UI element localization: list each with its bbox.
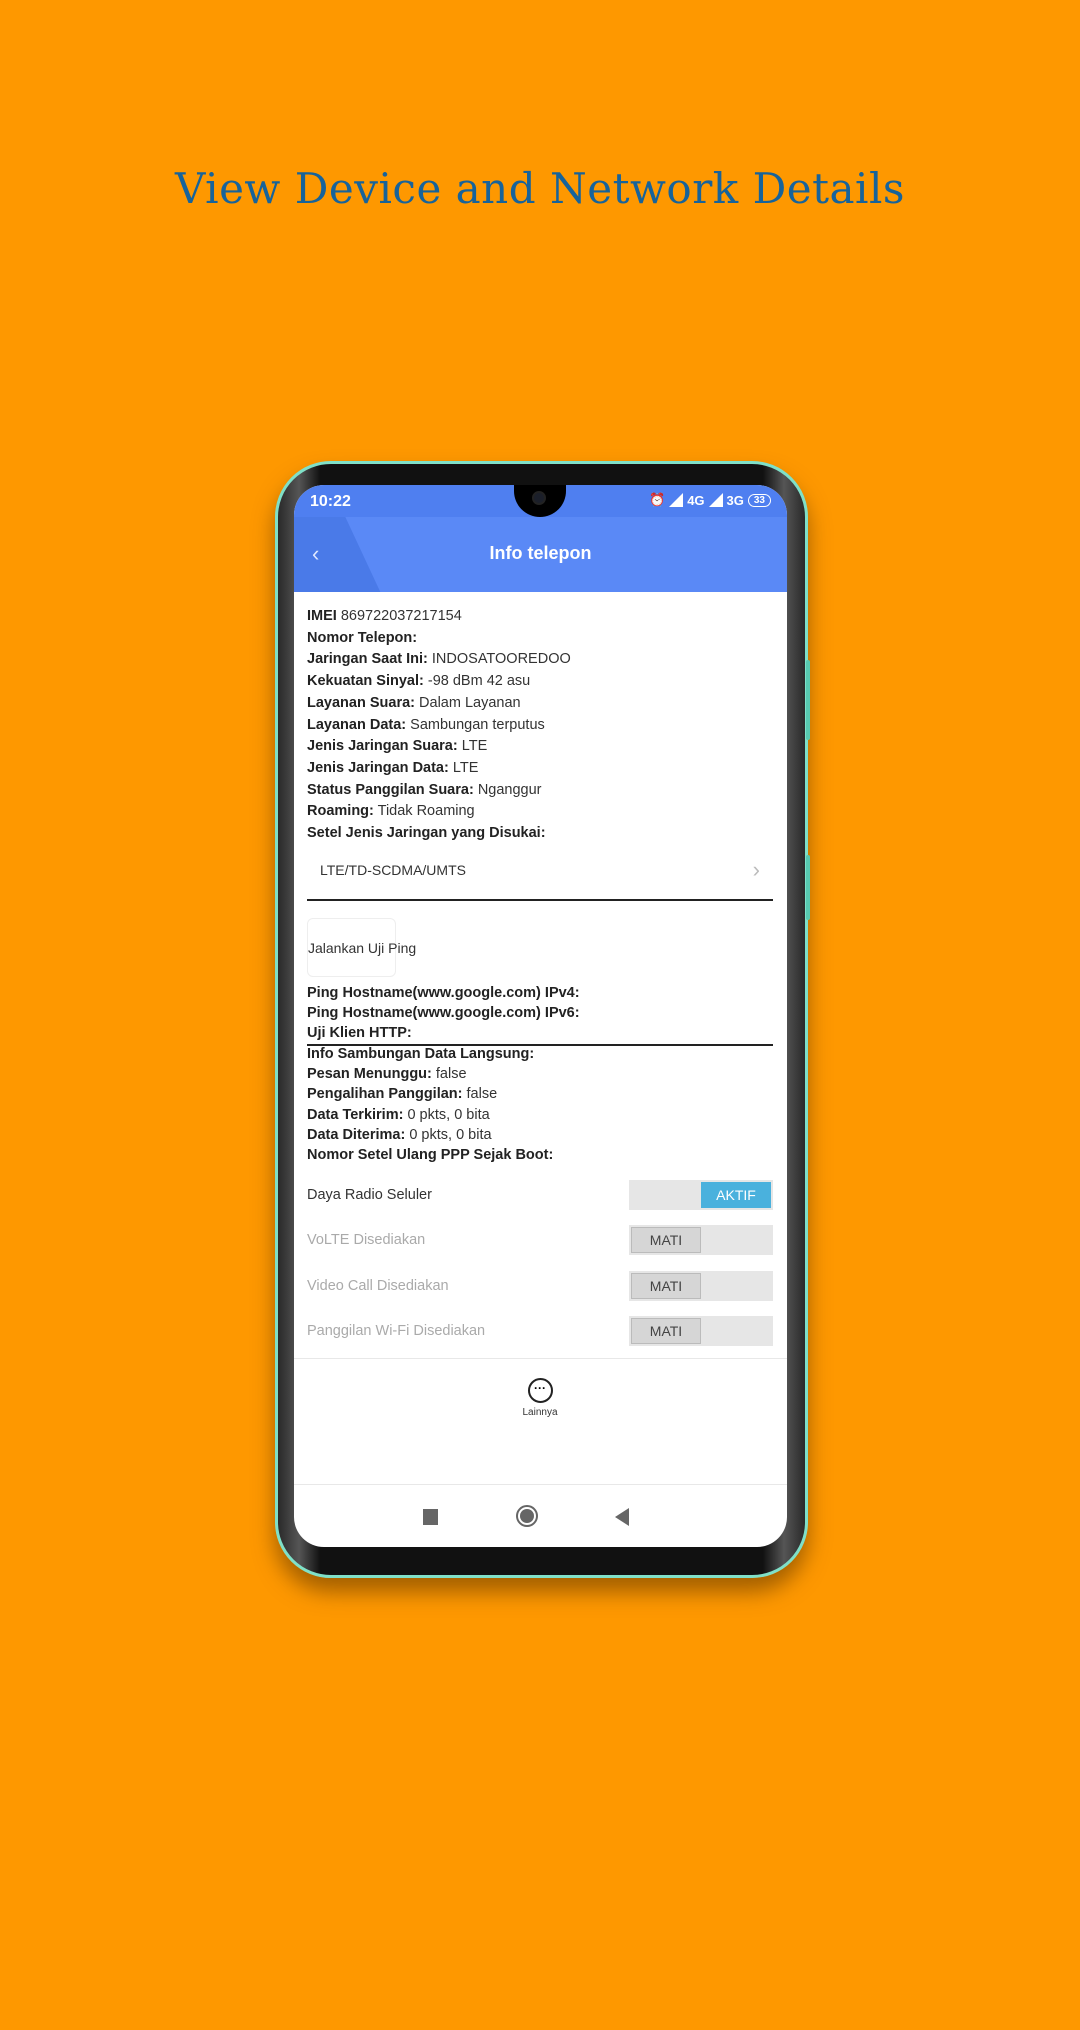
toggle-label: Panggilan Wi-Fi Disediakan xyxy=(307,1323,486,1339)
toggle-state: AKTIF xyxy=(701,1182,771,1208)
info-value: INDOSATOOREDOO xyxy=(431,651,571,668)
toggle-state: MATI xyxy=(631,1318,701,1344)
info-label: Nomor Setel Ulang PPP Sejak Boot: xyxy=(307,1147,554,1163)
info-row: Layanan Data: Sambungan terputus xyxy=(307,717,545,733)
info-label: Setel Jenis Jaringan yang Disukai: xyxy=(307,825,546,841)
chevron-right-icon: › xyxy=(752,857,760,882)
info-value: false xyxy=(435,1066,467,1083)
info-row: Pengalihan Panggilan: false xyxy=(307,1086,497,1102)
phone-screen: 10:22 ⏰ 4G 3G 33 ‹ Info telepon IMEI 869… xyxy=(294,485,787,1547)
toggle-label: Daya Radio Seluler xyxy=(307,1187,432,1203)
signal-icon xyxy=(669,493,684,507)
info-row: Uji Klien HTTP: xyxy=(307,1025,412,1041)
toggle-row: VoLTE Disediakan MATI xyxy=(307,1225,773,1255)
info-label: Pengalihan Panggilan: xyxy=(307,1086,463,1103)
camera-icon xyxy=(532,491,546,505)
battery-icon: 33 xyxy=(747,493,771,507)
nav-home-button[interactable] xyxy=(516,1505,538,1527)
info-row: Roaming: Tidak Roaming xyxy=(307,803,475,819)
toggle-row: Panggilan Wi-Fi Disediakan MATI xyxy=(307,1316,773,1346)
info-label: Uji Klien HTTP: xyxy=(307,1025,412,1041)
info-label: Ping Hostname(www.google.com) IPv6: xyxy=(307,1005,580,1021)
network-type-2: 3G xyxy=(726,492,744,508)
divider xyxy=(294,1484,787,1485)
toggle-switch[interactable]: MATI xyxy=(629,1225,773,1255)
info-value: 869722037217154 xyxy=(340,608,462,624)
info-row: Nomor Telepon: xyxy=(307,630,417,646)
info-label: Jenis Jaringan Data: xyxy=(307,759,449,776)
info-label: Data Terkirim: xyxy=(307,1106,404,1123)
info-label: Jaringan Saat Ini: xyxy=(307,651,428,668)
nav-back-button[interactable] xyxy=(615,1508,629,1526)
info-label: Layanan Suara: xyxy=(307,694,415,711)
status-bar: 10:22 ⏰ 4G 3G 33 xyxy=(294,485,787,517)
info-value: 0 pkts, 0 bita xyxy=(407,1106,490,1123)
toggle-switch[interactable]: MATI xyxy=(629,1271,773,1301)
divider xyxy=(307,1044,773,1046)
info-label: Layanan Data: xyxy=(307,716,407,733)
info-row: Jenis Jaringan Data: LTE xyxy=(307,760,478,776)
info-row: Info Sambungan Data Langsung: xyxy=(307,1046,534,1062)
toggle-switch[interactable]: MATI xyxy=(629,1316,773,1346)
promo-title: View Device and Network Details xyxy=(175,164,905,213)
info-row: Jenis Jaringan Suara: LTE xyxy=(307,738,487,754)
run-ping-test-button[interactable]: Jalankan Uji Ping xyxy=(307,918,416,977)
divider xyxy=(294,1358,787,1359)
info-value: Sambungan terputus xyxy=(410,716,545,733)
info-label: Status Panggilan Suara: xyxy=(307,781,474,798)
info-row: Data Terkirim: 0 pkts, 0 bita xyxy=(307,1107,490,1123)
alarm-icon: ⏰ xyxy=(649,492,666,507)
divider xyxy=(307,899,773,901)
toggle-label: VoLTE Disediakan xyxy=(307,1232,426,1248)
status-time: 10:22 xyxy=(310,493,351,510)
app-header: ‹ Info telepon xyxy=(294,517,787,592)
toggle-state: MATI xyxy=(631,1227,701,1253)
volume-button xyxy=(806,660,810,740)
toggle-state: MATI xyxy=(631,1273,701,1299)
info-row: Jaringan Saat Ini: INDOSATOOREDOO xyxy=(307,651,571,667)
info-value: Nganggur xyxy=(477,781,542,798)
info-label: Data Diterima: xyxy=(307,1126,406,1143)
page-title: Info telepon xyxy=(489,543,592,563)
info-row: Data Diterima: 0 pkts, 0 bita xyxy=(307,1127,492,1143)
preferred-network-select[interactable]: LTE/TD-SCDMA/UMTS › xyxy=(307,847,773,893)
info-row: Pesan Menunggu: false xyxy=(307,1066,467,1082)
info-label: Nomor Telepon: xyxy=(307,629,418,646)
info-label: Kekuatan Sinyal: xyxy=(307,673,424,690)
info-value: LTE xyxy=(452,759,479,776)
info-row: Setel Jenis Jaringan yang Disukai: xyxy=(307,825,546,841)
info-row: Ping Hostname(www.google.com) IPv4: xyxy=(307,985,580,1001)
info-row: Ping Hostname(www.google.com) IPv6: xyxy=(307,1005,580,1021)
nav-recents-button[interactable] xyxy=(423,1509,438,1525)
info-label: Info Sambungan Data Langsung: xyxy=(307,1046,535,1062)
info-row: IMEI 869722037217154 xyxy=(307,608,462,624)
notch xyxy=(514,485,566,517)
info-value: -98 dBm 42 asu xyxy=(427,673,531,690)
toggle-row: Daya Radio Seluler AKTIF xyxy=(307,1180,773,1210)
info-value: LTE xyxy=(461,738,488,755)
info-label: Jenis Jaringan Suara: xyxy=(307,738,458,755)
info-row: Layanan Suara: Dalam Layanan xyxy=(307,695,521,711)
signal-icon xyxy=(708,493,723,507)
info-row: Kekuatan Sinyal: -98 dBm 42 asu xyxy=(307,673,530,689)
info-value: 0 pkts, 0 bita xyxy=(409,1126,492,1143)
network-type-1: 4G xyxy=(687,492,705,508)
info-value: Dalam Layanan xyxy=(419,694,521,711)
toggle-switch[interactable]: AKTIF xyxy=(629,1180,773,1210)
power-button xyxy=(806,855,810,920)
toggle-label: Video Call Disediakan xyxy=(307,1278,449,1294)
more-button[interactable]: ··· Lainnya xyxy=(490,1378,590,1418)
info-label: Ping Hostname(www.google.com) IPv4: xyxy=(307,985,580,1001)
info-label: IMEI xyxy=(307,608,337,624)
info-value: Tidak Roaming xyxy=(377,803,475,820)
info-row: Nomor Setel Ulang PPP Sejak Boot: xyxy=(307,1147,553,1163)
info-label: Pesan Menunggu: xyxy=(307,1066,432,1083)
more-label: Lainnya xyxy=(522,1407,558,1418)
toggle-row: Video Call Disediakan MATI xyxy=(307,1271,773,1301)
info-row: Status Panggilan Suara: Nganggur xyxy=(307,782,542,798)
preferred-network-value: LTE/TD-SCDMA/UMTS xyxy=(320,862,466,878)
info-value: false xyxy=(466,1086,498,1103)
info-label: Roaming: xyxy=(307,803,374,820)
more-horizontal-icon: ··· xyxy=(527,1378,553,1403)
